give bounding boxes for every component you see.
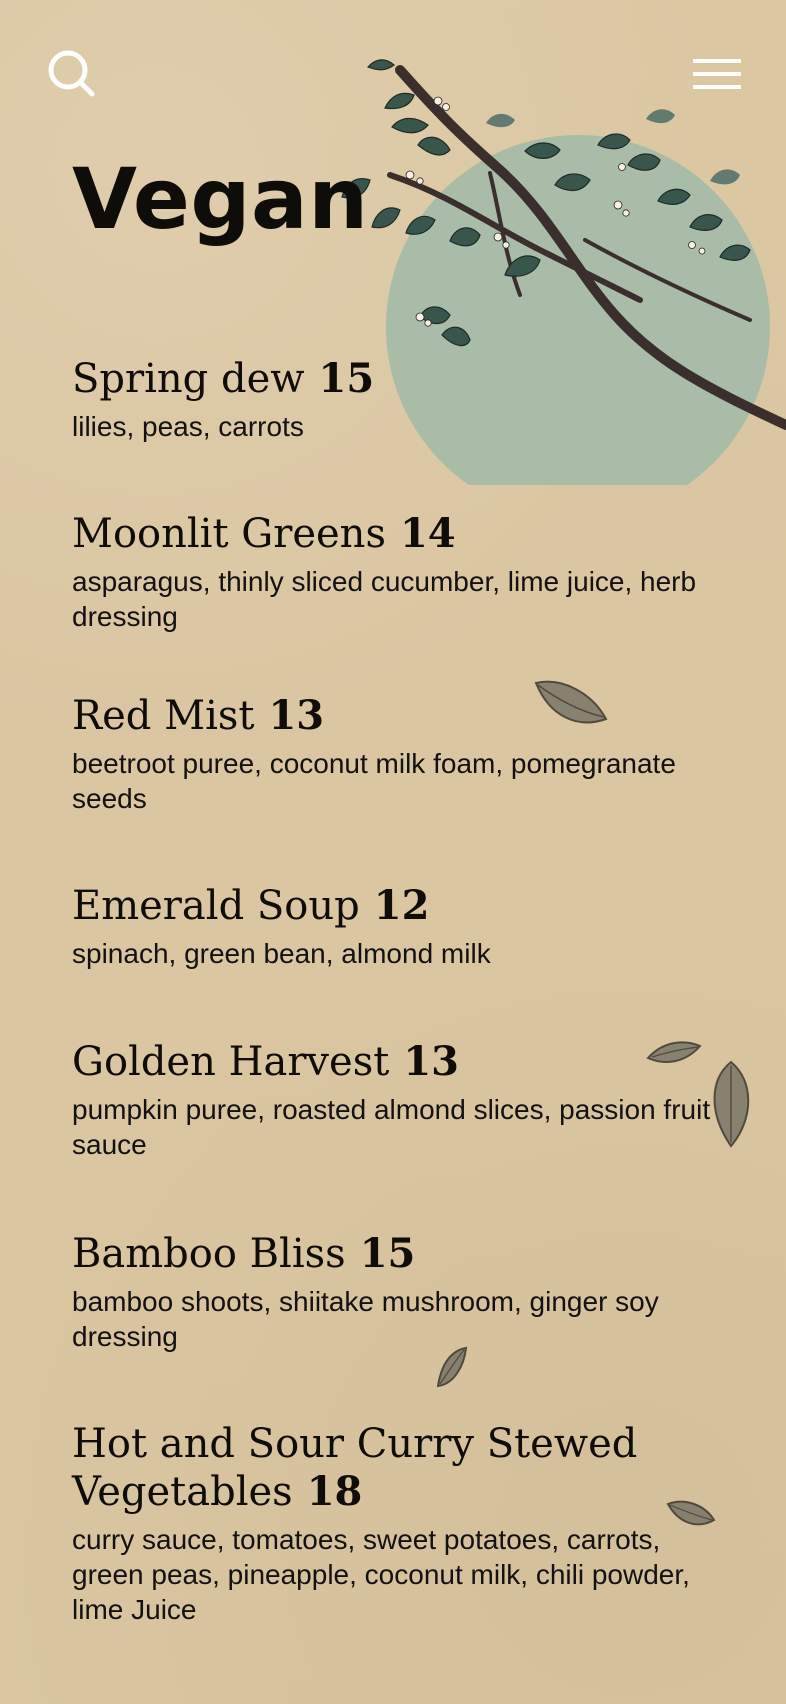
menu-item-name: Emerald Soup	[72, 883, 360, 929]
menu-item-title: Hot and Sour Curry Stewed Vegetables 18	[72, 1420, 712, 1516]
menu-item-title: Golden Harvest 13	[72, 1038, 712, 1086]
menu-item-description: lilies, peas, carrots	[72, 411, 304, 442]
page-title: Vegan	[72, 150, 369, 248]
menu-item-description: asparagus, thinly sliced cucumber, lime …	[72, 566, 697, 632]
menu-item-title: Spring dew 15	[72, 355, 712, 403]
menu-item-name: Red Mist	[72, 693, 255, 739]
menu-item[interactable]: Golden Harvest 13 pumpkin puree, roasted …	[72, 1038, 712, 1162]
menu-item-price: 13	[403, 1038, 459, 1085]
top-bar	[0, 0, 786, 140]
menu-item[interactable]: Red Mist 13 beetroot puree, coconut milk …	[72, 692, 712, 816]
menu-button[interactable]	[693, 56, 741, 92]
menu-item[interactable]: Hot and Sour Curry Stewed Vegetables 18 c…	[72, 1420, 712, 1627]
menu-item-price: 15	[318, 355, 375, 402]
menu-item[interactable]: Moonlit Greens 14 asparagus, thinly slice…	[72, 510, 712, 634]
menu-item-price: 12	[373, 882, 430, 929]
menu-item-title: Red Mist 13	[72, 692, 712, 740]
menu-item-description: bamboo shoots, shiitake mushroom, ginger…	[72, 1286, 659, 1352]
menu-item-name: Bamboo Bliss	[72, 1231, 346, 1277]
menu-item-title: Emerald Soup 12	[72, 882, 712, 930]
menu-item[interactable]: Emerald Soup 12 spinach, green bean, almo…	[72, 882, 712, 971]
menu-item-description: curry sauce, tomatoes, sweet potatoes, c…	[72, 1524, 690, 1625]
menu-item-price: 15	[359, 1230, 416, 1277]
menu-item-name: Moonlit Greens	[72, 511, 386, 557]
menu-item-price: 14	[399, 510, 456, 557]
menu-item-description: pumpkin puree, roasted almond slices, pa…	[72, 1094, 711, 1160]
menu-item-title: Bamboo Bliss 15	[72, 1230, 712, 1278]
menu-icon	[693, 59, 741, 89]
menu-item-description: beetroot puree, coconut milk foam, pomeg…	[72, 748, 676, 814]
menu-item-name: Golden Harvest	[72, 1039, 390, 1085]
menu-item[interactable]: Spring dew 15 lilies, peas, carrots	[72, 355, 712, 444]
menu-item-price: 18	[306, 1468, 363, 1515]
search-icon	[48, 50, 95, 97]
menu-item[interactable]: Bamboo Bliss 15 bamboo shoots, shiitake m…	[72, 1230, 712, 1354]
search-button[interactable]	[46, 48, 98, 100]
menu-item-description: spinach, green bean, almond milk	[72, 938, 491, 969]
menu-item-name: Spring dew	[72, 356, 305, 402]
menu-item-title: Moonlit Greens 14	[72, 510, 712, 558]
menu-item-price: 13	[268, 692, 325, 739]
